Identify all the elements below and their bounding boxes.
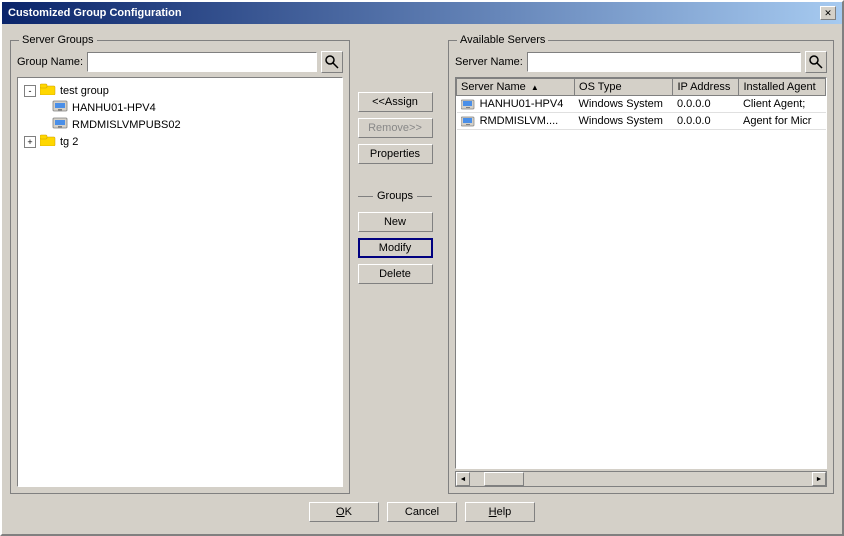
server-icon — [52, 117, 68, 132]
server-groups-panel: Server Groups Group Name: — [10, 40, 350, 494]
tree-item-label: tg 2 — [60, 136, 78, 148]
tree-item[interactable]: + tg 2 — [22, 133, 338, 150]
group-name-row: Group Name: — [17, 51, 343, 73]
groups-label: Groups — [377, 190, 413, 202]
middle-buttons: <<Assign Remove>> Properties Groups New … — [350, 32, 440, 494]
groups-separator: Groups — [358, 190, 432, 202]
server-search-button[interactable] — [805, 51, 827, 73]
server-groups-legend: Server Groups — [19, 34, 97, 46]
tree-item-label: test group — [60, 85, 109, 97]
row-server-icon — [461, 99, 475, 110]
horizontal-scrollbar[interactable]: ◄ ► — [455, 471, 827, 487]
search-icon — [809, 55, 823, 69]
help-button[interactable]: Help — [465, 502, 535, 522]
separator-right — [417, 196, 432, 197]
separator-left — [358, 196, 373, 197]
server-icon — [52, 100, 68, 115]
delete-button[interactable]: Delete — [358, 264, 433, 284]
tree-toggle[interactable]: - — [24, 85, 36, 97]
server-name-input[interactable] — [527, 52, 801, 72]
properties-button[interactable]: Properties — [358, 144, 433, 164]
tree-toggle[interactable]: + — [24, 136, 36, 148]
modify-button[interactable]: Modify — [358, 238, 433, 258]
folder-icon — [40, 134, 56, 149]
tree-item[interactable]: - test group — [22, 82, 338, 99]
remove-button[interactable]: Remove>> — [358, 118, 433, 138]
cell-agent: Client Agent; — [739, 96, 826, 113]
left-section: Server Groups Group Name: — [10, 32, 350, 494]
ok-button[interactable]: OK — [309, 502, 379, 522]
main-area: Server Groups Group Name: — [10, 32, 834, 494]
tree-item-label: HANHU01-HPV4 — [72, 102, 156, 114]
row-server-icon — [461, 116, 475, 127]
folder-icon — [40, 83, 56, 98]
tree-container[interactable]: - test group — [17, 77, 343, 487]
table-row[interactable]: HANHU01-HPV4 Windows System 0.0.0.0 Clie… — [457, 96, 826, 113]
close-button[interactable]: ✕ — [820, 6, 836, 20]
right-section: Available Servers Server Name: — [448, 32, 834, 494]
sort-arrow: ▲ — [531, 83, 539, 92]
available-servers-panel: Available Servers Server Name: — [448, 40, 834, 494]
search-icon — [325, 55, 339, 69]
server-name-label: Server Name: — [455, 56, 523, 68]
scroll-right-button[interactable]: ► — [812, 472, 826, 486]
col-installed-agent[interactable]: Installed Agent — [739, 79, 826, 96]
cell-server-name: HANHU01-HPV4 — [457, 96, 575, 113]
table-row[interactable]: RMDMISLVM.... Windows System 0.0.0.0 Age… — [457, 113, 826, 130]
group-name-input[interactable] — [87, 52, 317, 72]
scroll-left-button[interactable]: ◄ — [456, 472, 470, 486]
col-server-name[interactable]: Server Name ▲ — [457, 79, 575, 96]
group-name-label: Group Name: — [17, 56, 83, 68]
dialog-window: Customized Group Configuration ✕ Server … — [0, 0, 844, 536]
cell-agent: Agent for Micr — [739, 113, 826, 130]
cell-os-type: Windows System — [575, 113, 673, 130]
dialog-content: Server Groups Group Name: — [2, 24, 842, 534]
server-table-container[interactable]: Server Name ▲ OS Type IP Address Install… — [455, 77, 827, 469]
tree-item[interactable]: RMDMISLVMPUBS02 — [22, 116, 338, 133]
col-os-type[interactable]: OS Type — [575, 79, 673, 96]
scroll-thumb[interactable] — [484, 472, 524, 486]
dialog-title: Customized Group Configuration — [8, 7, 182, 19]
cell-ip: 0.0.0.0 — [673, 96, 739, 113]
server-name-row: Server Name: — [455, 51, 827, 73]
title-bar: Customized Group Configuration ✕ — [2, 2, 842, 24]
assign-button[interactable]: <<Assign — [358, 92, 433, 112]
cancel-button[interactable]: Cancel — [387, 502, 457, 522]
cell-os-type: Windows System — [575, 96, 673, 113]
server-table: Server Name ▲ OS Type IP Address Install… — [456, 78, 826, 130]
available-servers-legend: Available Servers — [457, 34, 548, 46]
new-button[interactable]: New — [358, 212, 433, 232]
tree-item[interactable]: HANHU01-HPV4 — [22, 99, 338, 116]
cell-server-name: RMDMISLVM.... — [457, 113, 575, 130]
bottom-buttons: OK Cancel Help — [10, 494, 834, 526]
group-search-button[interactable] — [321, 51, 343, 73]
col-ip-address[interactable]: IP Address — [673, 79, 739, 96]
cell-ip: 0.0.0.0 — [673, 113, 739, 130]
tree-item-label: RMDMISLVMPUBS02 — [72, 119, 181, 131]
